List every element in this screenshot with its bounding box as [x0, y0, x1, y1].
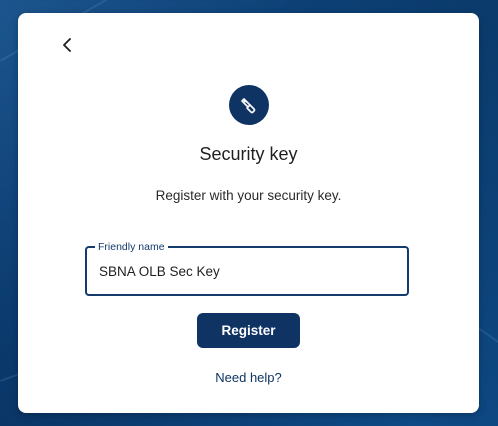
page-subtitle: Register with your security key.	[155, 188, 342, 203]
register-button[interactable]: Register	[197, 313, 300, 348]
chevron-left-icon	[63, 38, 71, 52]
security-key-icon	[241, 98, 256, 114]
friendly-name-input[interactable]	[99, 248, 395, 294]
page-title: Security key	[199, 144, 298, 164]
security-key-badge	[229, 85, 269, 125]
need-help-link[interactable]: Need help?	[18, 370, 479, 385]
security-key-card: Security key Register with your security…	[18, 13, 479, 413]
back-button[interactable]	[58, 35, 78, 55]
friendly-name-field[interactable]: Friendly name	[85, 240, 409, 296]
